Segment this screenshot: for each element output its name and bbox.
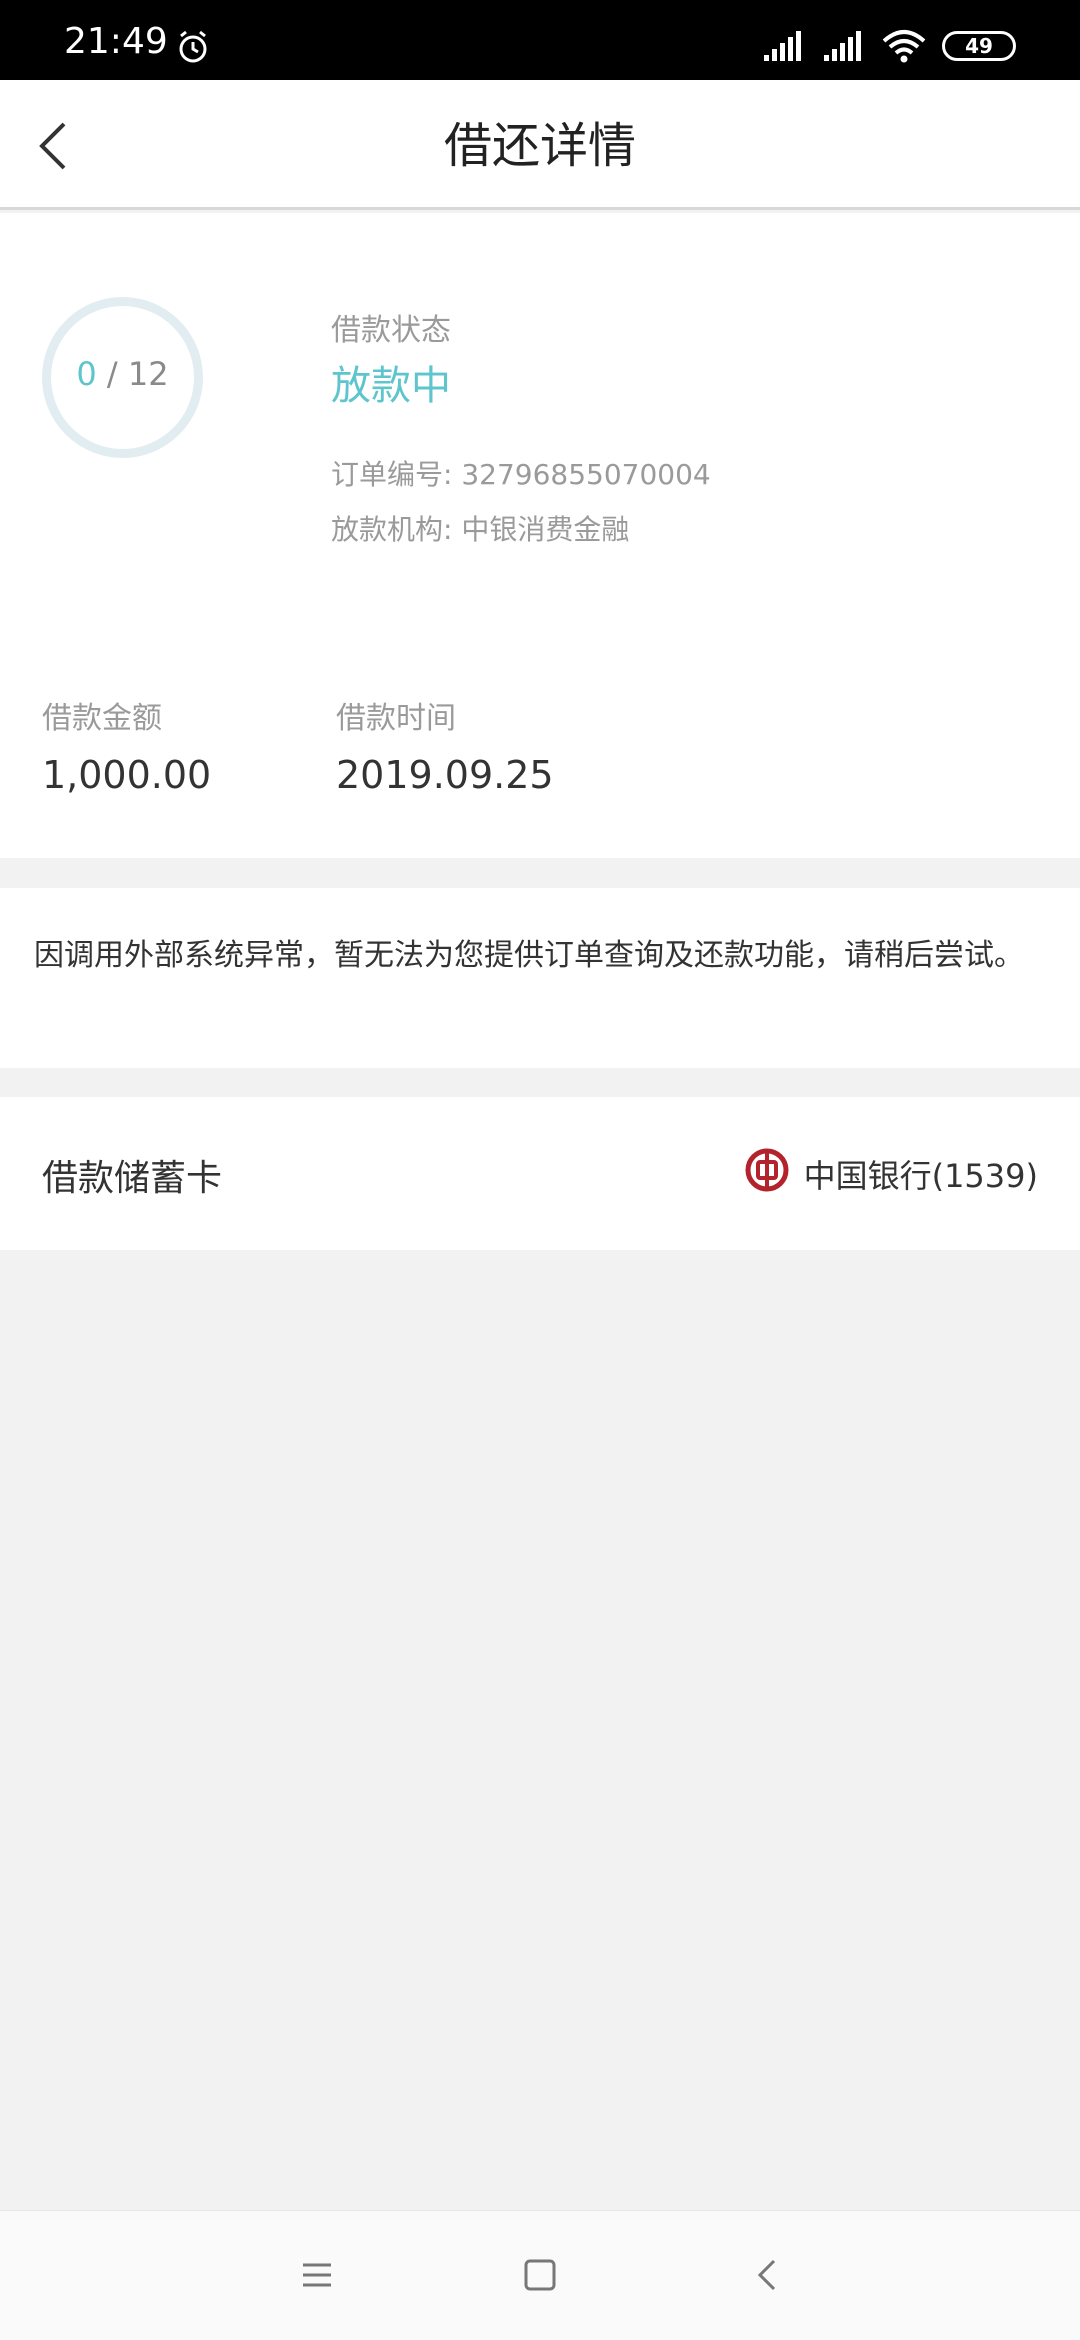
header: 借还详情 xyxy=(0,80,1080,210)
boc-logo-icon xyxy=(745,1148,789,1192)
loan-time-label: 借款时间 xyxy=(336,701,456,736)
loan-status-value: 放款中 xyxy=(331,363,451,409)
menu-icon[interactable] xyxy=(297,2255,337,2295)
signal-icon-2 xyxy=(824,31,861,61)
signal-icon xyxy=(764,31,801,61)
status-time: 21:49 xyxy=(64,21,168,62)
loan-status-label: 借款状态 xyxy=(331,313,451,348)
nav-back-icon[interactable] xyxy=(748,2255,788,2295)
repayment-progress-text: 0 / 12 xyxy=(40,355,205,393)
bank-name: 中国银行(1539) xyxy=(803,1157,1038,1195)
loan-time-value: 2019.09.25 xyxy=(336,753,554,797)
wifi-icon xyxy=(882,30,926,63)
status-bar: 21:49 49 xyxy=(0,0,1080,80)
notice-card: 因调用外部系统异常，暂无法为您提供订单查询及还款功能，请稍后尝试。 xyxy=(0,888,1080,1068)
page-title: 借还详情 xyxy=(443,118,636,174)
notice-text: 因调用外部系统异常，暂无法为您提供订单查询及还款功能，请稍后尝试。 xyxy=(34,938,1024,973)
debit-card-label: 借款储蓄卡 xyxy=(42,1158,223,1199)
loan-amount-value: 1,000.00 xyxy=(42,753,212,797)
progress-total: 12 xyxy=(127,355,169,393)
lending-institution: 放款机构: 中银消费金融 xyxy=(331,513,630,546)
progress-separator: / xyxy=(96,355,128,393)
loan-info-card: 0 / 12 借款状态 放款中 订单编号: 32796855070004 放款机… xyxy=(0,213,1080,858)
debit-card-row[interactable]: 借款储蓄卡 中国银行(1539) xyxy=(0,1097,1080,1250)
loan-amount-label: 借款金额 xyxy=(42,701,162,736)
alarm-icon xyxy=(179,30,207,63)
progress-current: 0 xyxy=(76,355,97,393)
home-icon[interactable] xyxy=(520,2255,560,2295)
battery-indicator: 49 xyxy=(942,31,1016,61)
order-number: 订单编号: 32796855070004 xyxy=(331,458,711,491)
system-nav-bar xyxy=(0,2210,1080,2340)
